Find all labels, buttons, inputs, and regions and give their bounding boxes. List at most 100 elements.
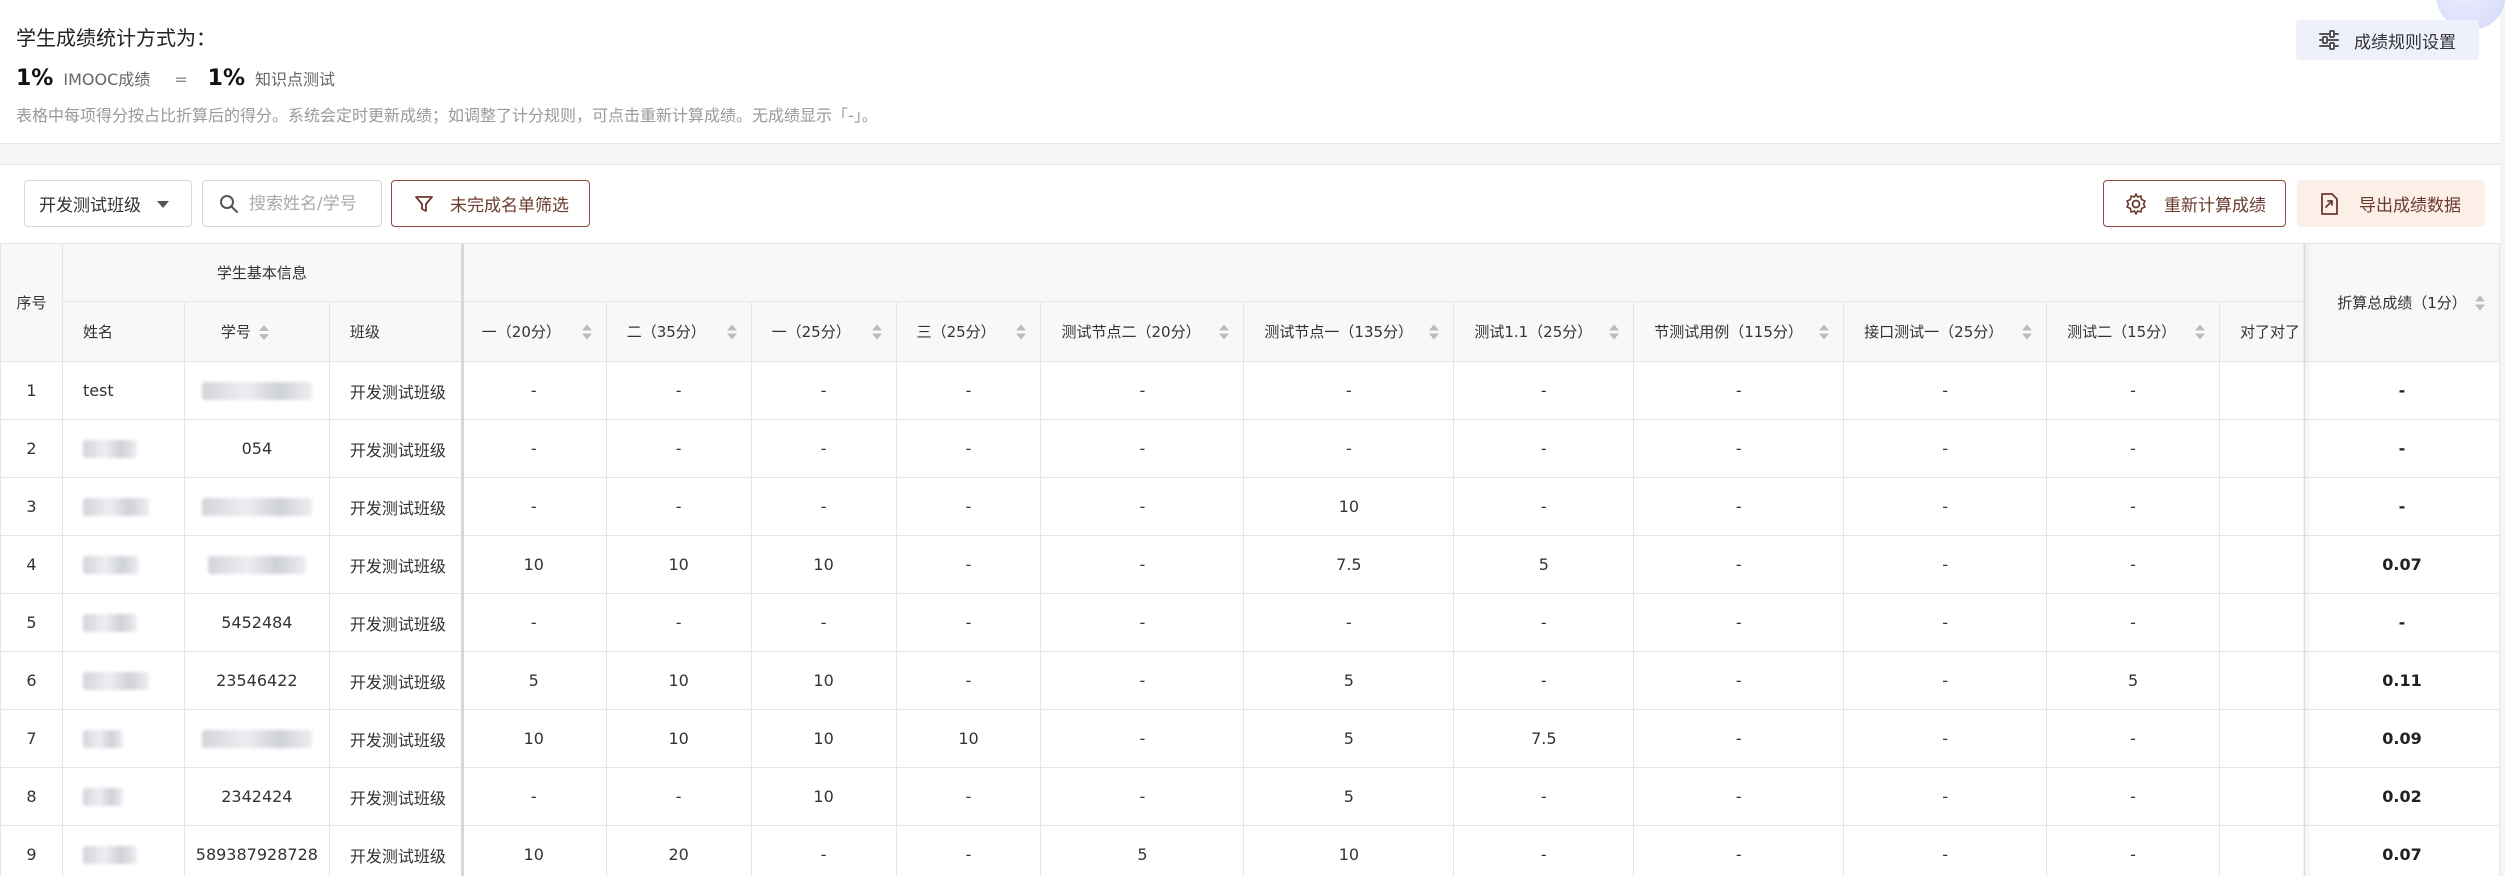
total-score-header[interactable]: 折算总成绩（1分） <box>2304 243 2500 362</box>
score-cell: 10 <box>750 767 897 826</box>
formula-part2-percent: 1% <box>207 66 246 91</box>
score-cell: - <box>1843 361 2048 420</box>
search-input[interactable] <box>249 193 369 214</box>
score-cell: 20 <box>605 825 752 876</box>
student-name <box>61 593 185 652</box>
score-column-label: 测试1.1（25分） <box>1474 323 1593 341</box>
score-column-header[interactable]: 二（35分） <box>605 301 752 362</box>
score-cell: 10 <box>605 535 752 594</box>
score-cell: - <box>605 593 752 652</box>
score-table-wrapper: 序号 学生基本信息 折算总成绩（1分） 姓名 学号 班级 一（20分） 二（35分） 一（… <box>0 243 2500 876</box>
score-hint-text: 表格中每项得分按占比折算后的得分。系统会定时更新成绩；如调整了计分规则，可点击重… <box>16 106 878 125</box>
score-cell: 5 <box>2046 651 2221 710</box>
sort-icon[interactable] <box>581 324 592 339</box>
export-file-icon <box>2321 192 2338 215</box>
score-cell: - <box>2046 361 2221 420</box>
score-column-header[interactable]: 三（25分） <box>895 301 1042 362</box>
sort-icon[interactable] <box>258 325 269 340</box>
total-score: - <box>2304 593 2500 652</box>
table-row: 9 589387928728 开发测试班级 10 20- -5 10- - - -0.07 <box>0 825 2500 876</box>
table-row: 5 5452484 开发测试班级 - - - - - - - - - - - <box>0 593 2500 652</box>
export-scores-button[interactable]: 导出成绩数据 <box>2297 180 2485 227</box>
score-column-header[interactable]: 一（20分） <box>460 301 607 362</box>
score-rule-settings-button[interactable]: 成绩规则设置 <box>2296 20 2479 60</box>
formula-part2-label: 知识点测试 <box>255 70 336 89</box>
search-box[interactable] <box>202 180 382 227</box>
score-column-label: 测试节点一（135分） <box>1264 323 1414 341</box>
class-select[interactable]: 开发测试班级 <box>24 180 192 227</box>
score-cell: - <box>1040 767 1245 826</box>
score-column-header[interactable]: 一（25分） <box>750 301 897 362</box>
sort-icon[interactable] <box>1219 324 1230 339</box>
score-cell: - <box>1633 825 1845 876</box>
student-name <box>61 709 185 768</box>
score-column-label: 一（20分） <box>481 323 561 341</box>
score-cell: 10 <box>750 535 897 594</box>
score-cell: - <box>1453 767 1635 826</box>
score-cell: 10 <box>750 709 897 768</box>
score-cell: 10 <box>460 535 607 594</box>
incomplete-filter-label: 未完成名单筛选 <box>450 196 569 216</box>
info-header-student-id[interactable]: 学号 <box>183 301 330 362</box>
recalculate-button[interactable]: 重新计算成绩 <box>2103 180 2286 227</box>
sort-icon[interactable] <box>871 324 882 339</box>
sort-icon[interactable] <box>1819 324 1830 339</box>
score-column-header[interactable]: 接口测试一（25分） <box>1843 301 2048 362</box>
score-column-header[interactable]: 测试节点一（135分） <box>1243 301 1455 362</box>
student-name <box>61 477 185 536</box>
sort-icon[interactable] <box>1016 324 1027 339</box>
row-index: 8 <box>0 767 63 826</box>
student-class: 开发测试班级 <box>328 651 462 710</box>
score-column-label: 测试节点二（20分） <box>1061 323 1201 341</box>
score-cell: - <box>1453 477 1635 536</box>
score-cell: 5 <box>460 651 607 710</box>
row-index: 3 <box>0 477 63 536</box>
score-cell: - <box>1843 535 2048 594</box>
info-header-label: 姓名 <box>82 323 113 341</box>
score-cell: - <box>1243 419 1455 478</box>
score-column-header[interactable]: 节测试用例（115分） <box>1633 301 1845 362</box>
score-column-header[interactable]: 测试节点二（20分） <box>1040 301 1245 362</box>
sort-icon[interactable] <box>1609 324 1620 339</box>
table-row: 7 开发测试班级 10 10 10 10-5 7.5- - -0.09 <box>0 709 2500 768</box>
sort-icon[interactable] <box>2195 324 2206 339</box>
redacted-text <box>201 730 312 749</box>
score-cell: - <box>895 477 1042 536</box>
score-cell: - <box>2046 593 2221 652</box>
incomplete-filter-button[interactable]: 未完成名单筛选 <box>391 180 590 227</box>
redacted-text <box>82 672 149 691</box>
score-cell: - <box>1453 593 1635 652</box>
score-cell: 5 <box>1040 825 1245 876</box>
formula-operator: = <box>174 70 188 89</box>
student-id <box>183 535 330 594</box>
score-cell: 10 <box>460 709 607 768</box>
table-row: 4 开发测试班级 10 10 10- -7.5 5- - -0.07 <box>0 535 2500 594</box>
row-index: 2 <box>0 419 63 478</box>
row-index: 7 <box>0 709 63 768</box>
score-cell: - <box>1633 593 1845 652</box>
score-column-header[interactable]: 测试二（15分） <box>2046 301 2221 362</box>
score-cell: - <box>1843 477 2048 536</box>
total-score-header-label: 折算总成绩（1分） <box>2337 294 2467 312</box>
score-cell: - <box>895 535 1042 594</box>
sort-icon[interactable] <box>1429 324 1440 339</box>
score-cell: - <box>2046 709 2221 768</box>
score-cell: - <box>1243 593 1455 652</box>
score-column-header[interactable]: 测试1.1（25分） <box>1453 301 1635 362</box>
student-id: 2342424 <box>183 767 330 826</box>
sort-icon[interactable] <box>726 324 737 339</box>
score-cell: 10 <box>460 825 607 876</box>
score-cell: - <box>1040 709 1245 768</box>
sort-icon[interactable] <box>2022 324 2033 339</box>
score-column-label: 对了对了 <box>2240 323 2301 341</box>
score-column-label: 一（25分） <box>771 323 851 341</box>
redacted-text <box>201 498 312 517</box>
score-rule-settings-label: 成绩规则设置 <box>2354 32 2456 53</box>
info-header-class: 班级 <box>328 301 462 362</box>
score-cell: - <box>1843 651 2048 710</box>
row-index: 6 <box>0 651 63 710</box>
score-group-header <box>460 243 2306 302</box>
sort-icon[interactable] <box>2475 295 2485 310</box>
score-cell <box>2219 535 2305 594</box>
score-cell: - <box>605 767 752 826</box>
